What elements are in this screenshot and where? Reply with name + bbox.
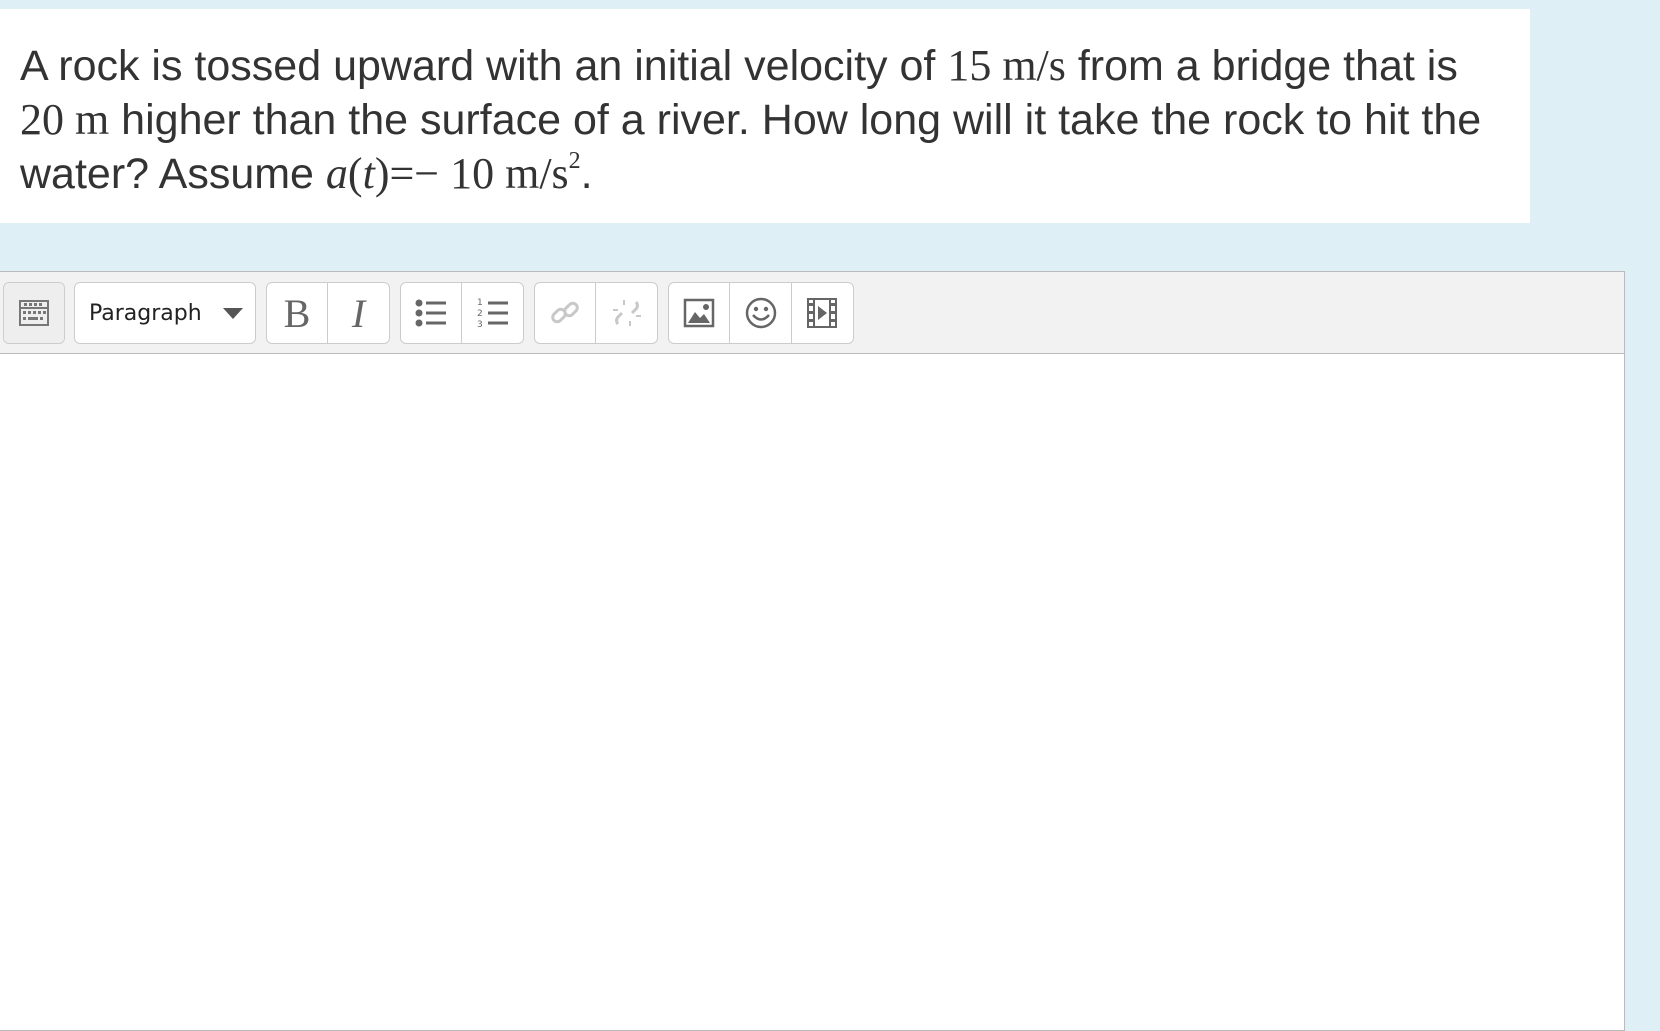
numbered-list-icon: 123 xyxy=(477,298,508,330)
image-icon xyxy=(683,298,715,328)
question-text-part: higher than the surface of a river. How … xyxy=(20,96,1482,198)
bullet-list-button[interactable] xyxy=(401,283,463,343)
acceleration-symbol: a xyxy=(325,149,348,198)
question-text: A rock is tossed upward with an initial … xyxy=(0,9,1530,223)
editor-content-area[interactable] xyxy=(0,354,1624,1014)
toolbar-group-style: B I xyxy=(266,282,390,344)
svg-text:1: 1 xyxy=(477,298,483,308)
acceleration-value: =− 10 m/s xyxy=(389,149,569,198)
formula-paren-open: ( xyxy=(347,149,363,198)
toolbar-group-format: Paragraph xyxy=(74,282,256,344)
paragraph-format-select[interactable]: Paragraph xyxy=(75,283,255,343)
height-value: 20 m xyxy=(20,95,110,144)
toolbar-group-lists: 123 xyxy=(400,282,524,344)
bullet-list-icon xyxy=(415,299,446,327)
toolbar-toggle-icon xyxy=(19,300,49,326)
numbered-list-button[interactable]: 123 xyxy=(462,283,523,343)
exponent: 2 xyxy=(568,148,581,174)
question-text-part: A rock is tossed upward with an initial … xyxy=(20,42,948,90)
toolbar-group-insert xyxy=(668,282,854,344)
emoticon-icon xyxy=(745,297,776,329)
unlink-icon xyxy=(612,300,641,326)
question-text-part: from a bridge that is xyxy=(1065,42,1458,90)
editor-toolbar: Paragraph B I 123 xyxy=(0,272,1624,354)
bold-button[interactable]: B xyxy=(267,283,329,343)
answer-editor: Paragraph B I 123 xyxy=(0,271,1625,1031)
paragraph-format-value: Paragraph xyxy=(89,300,202,326)
link-icon xyxy=(551,301,579,324)
toolbar-group-toggle xyxy=(3,282,65,344)
link-button[interactable] xyxy=(535,283,597,343)
unlink-button[interactable] xyxy=(596,283,657,343)
question-text-part: . xyxy=(580,150,593,198)
toolbar-toggle-button[interactable] xyxy=(4,283,64,343)
italic-button[interactable]: I xyxy=(328,283,389,343)
insert-media-button[interactable] xyxy=(792,283,853,343)
svg-text:3: 3 xyxy=(477,320,483,330)
time-symbol: t xyxy=(362,149,375,198)
toolbar-group-links xyxy=(534,282,658,344)
media-icon xyxy=(807,298,838,328)
acceleration-formula: a(t)=− 10 m/s2 xyxy=(326,149,581,198)
formula-paren-close: ) xyxy=(374,149,390,198)
insert-emoticon-button[interactable] xyxy=(730,283,792,343)
chevron-down-icon xyxy=(223,307,243,319)
velocity-value: 15 m/s xyxy=(947,41,1066,90)
svg-text:2: 2 xyxy=(477,309,483,319)
insert-image-button[interactable] xyxy=(669,283,731,343)
